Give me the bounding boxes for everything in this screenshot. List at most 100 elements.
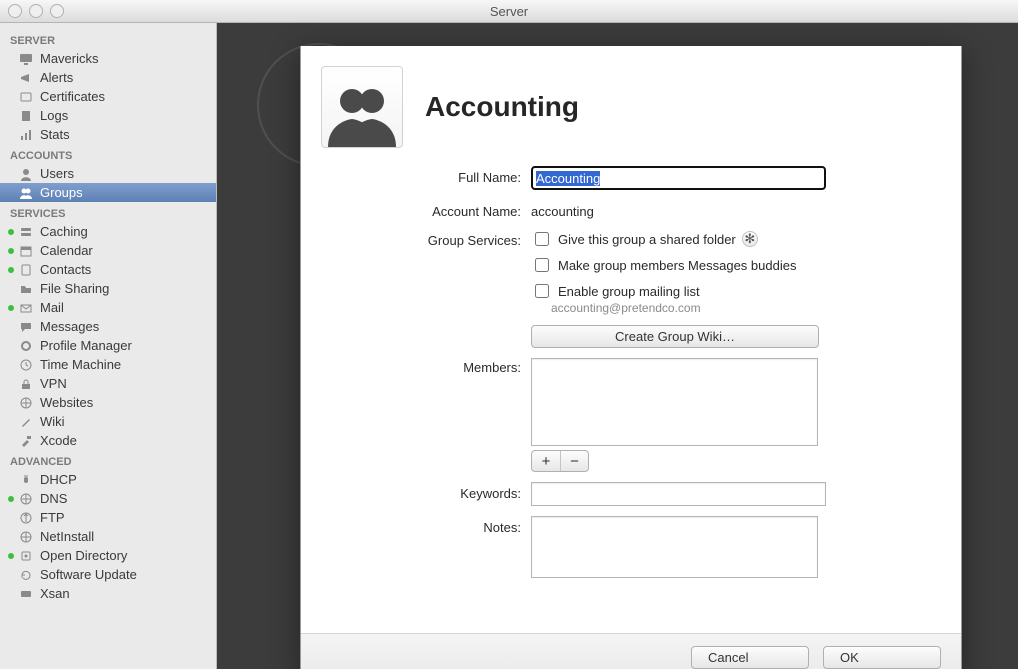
sidebar-item-mavericks[interactable]: Mavericks: [0, 49, 216, 68]
globe-icon: [18, 529, 34, 545]
sidebar-item-label: Messages: [40, 319, 99, 334]
sidebar-item-label: DNS: [40, 491, 67, 506]
notes-input[interactable]: [531, 516, 818, 578]
bars-icon: [18, 127, 34, 143]
sidebar-item-filesharing[interactable]: File Sharing: [0, 279, 216, 298]
status-dot-icon: [8, 229, 14, 235]
sidebar-item-xcode[interactable]: Xcode: [0, 431, 216, 450]
status-dot-icon: [8, 267, 14, 273]
sidebar-item-label: Groups: [40, 185, 83, 200]
chat-icon: [18, 319, 34, 335]
sidebar-item-label: Wiki: [40, 414, 65, 429]
members-add-remove-segment: + −: [531, 450, 589, 472]
sidebar-item-label: Certificates: [40, 89, 105, 104]
sidebar-section-services: SERVICES: [0, 202, 216, 222]
sidebar-item-xsan[interactable]: Xsan: [0, 584, 216, 603]
sidebar-item-calendar[interactable]: Calendar: [0, 241, 216, 260]
ok-button[interactable]: OK: [823, 646, 941, 669]
members-list[interactable]: [531, 358, 818, 446]
notes-label: Notes:: [321, 516, 521, 535]
sidebar-item-label: Contacts: [40, 262, 91, 277]
pencil-icon: [18, 414, 34, 430]
lock-icon: [18, 376, 34, 392]
hammer-icon: [18, 433, 34, 449]
sidebar-item-label: Time Machine: [40, 357, 121, 372]
sidebar-item-certificates[interactable]: Certificates: [0, 87, 216, 106]
status-dot-icon: [8, 553, 14, 559]
sidebar-item-label: Software Update: [40, 567, 137, 582]
ftp-icon: [18, 510, 34, 526]
mailing-list-email: accounting@pretendco.com: [551, 301, 933, 315]
sidebar-item-wiki[interactable]: Wiki: [0, 412, 216, 431]
sidebar-item-softwareupdate[interactable]: Software Update: [0, 565, 216, 584]
sidebar-item-users[interactable]: Users: [0, 164, 216, 183]
contacts-icon: [18, 262, 34, 278]
shared-folder-options-gear-icon[interactable]: ✻: [742, 231, 758, 247]
sidebar-item-label: Mail: [40, 300, 64, 315]
sheet-body: Accounting Full Name: Account Name: acco…: [301, 46, 961, 633]
status-dot-icon: [8, 305, 14, 311]
monitor-icon: [18, 51, 34, 67]
sidebar-item-messages[interactable]: Messages: [0, 317, 216, 336]
sidebar-item-label: Stats: [40, 127, 70, 142]
sidebar-item-netinstall[interactable]: NetInstall: [0, 527, 216, 546]
group-silhouette-icon: [326, 83, 398, 147]
messages-buddies-checkbox-label: Make group members Messages buddies: [558, 258, 796, 273]
sidebar-item-ftp[interactable]: FTP: [0, 508, 216, 527]
sidebar-section-accounts: ACCOUNTS: [0, 144, 216, 164]
sidebar-item-alerts[interactable]: Alerts: [0, 68, 216, 87]
add-member-button[interactable]: +: [532, 451, 560, 471]
group-edit-sheet: Accounting Full Name: Account Name: acco…: [300, 46, 962, 669]
sidebar-item-label: FTP: [40, 510, 65, 525]
sidebar-item-label: Open Directory: [40, 548, 127, 563]
sidebar-item-logs[interactable]: Logs: [0, 106, 216, 125]
sidebar-item-dhcp[interactable]: DHCP: [0, 470, 216, 489]
sidebar-item-caching[interactable]: Caching: [0, 222, 216, 241]
clock-icon: [18, 357, 34, 373]
bullhorn-icon: [18, 70, 34, 86]
group-form: Full Name: Account Name: accounting Grou…: [321, 166, 933, 578]
log-icon: [18, 108, 34, 124]
remove-member-button[interactable]: −: [560, 451, 588, 471]
sidebar-item-label: File Sharing: [40, 281, 109, 296]
user-icon: [18, 166, 34, 182]
messages-buddies-checkbox[interactable]: [535, 258, 549, 272]
sidebar-item-label: Profile Manager: [40, 338, 132, 353]
sidebar-item-vpn[interactable]: VPN: [0, 374, 216, 393]
create-group-wiki-button[interactable]: Create Group Wiki…: [531, 325, 819, 348]
group-avatar[interactable]: [321, 66, 403, 148]
gear-icon: [18, 338, 34, 354]
certificate-icon: [18, 89, 34, 105]
sheet-title: Accounting: [425, 91, 579, 123]
sidebar-item-dns[interactable]: DNS: [0, 489, 216, 508]
members-label: Members:: [321, 358, 521, 375]
sidebar-item-label: Websites: [40, 395, 93, 410]
shared-folder-checkbox[interactable]: [535, 232, 549, 246]
sidebar-item-timemachine[interactable]: Time Machine: [0, 355, 216, 374]
sidebar-item-websites[interactable]: Websites: [0, 393, 216, 412]
sidebar-item-profilemanager[interactable]: Profile Manager: [0, 336, 216, 355]
xsan-icon: [18, 586, 34, 602]
sidebar-item-label: Mavericks: [40, 51, 99, 66]
sidebar-item-label: Alerts: [40, 70, 73, 85]
sidebar-section-server: SERVER: [0, 29, 216, 49]
globe-icon: [18, 395, 34, 411]
mailing-list-checkbox[interactable]: [535, 284, 549, 298]
sidebar-item-label: Users: [40, 166, 74, 181]
sheet-footer: Cancel OK: [301, 633, 961, 669]
keywords-label: Keywords:: [321, 482, 521, 501]
sidebar-item-label: Xsan: [40, 586, 70, 601]
full-name-input[interactable]: [531, 166, 826, 190]
account-name-value: accounting: [531, 200, 933, 219]
sidebar-item-groups[interactable]: Groups: [0, 183, 216, 202]
sidebar-item-mail[interactable]: Mail: [0, 298, 216, 317]
keywords-input[interactable]: [531, 482, 826, 506]
status-dot-icon: [8, 496, 14, 502]
sidebar-item-label: Logs: [40, 108, 68, 123]
sidebar-item-stats[interactable]: Stats: [0, 125, 216, 144]
cancel-button[interactable]: Cancel: [691, 646, 809, 669]
window-body: SERVER Mavericks Alerts Certificates Logs Sta…: [0, 23, 1018, 669]
sidebar-item-contacts[interactable]: Contacts: [0, 260, 216, 279]
sheet-header: Accounting: [321, 66, 933, 148]
sidebar-item-opendirectory[interactable]: Open Directory: [0, 546, 216, 565]
